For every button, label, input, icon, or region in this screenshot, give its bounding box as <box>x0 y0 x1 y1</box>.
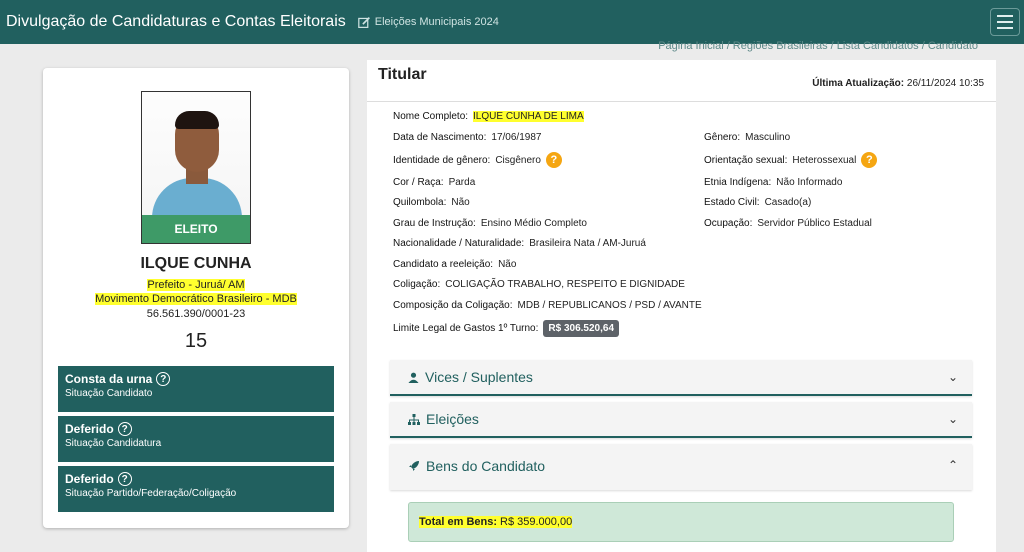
field-gender: Gênero: Masculino <box>704 132 791 143</box>
candidate-photo: ELEITO <box>141 91 251 244</box>
app-title[interactable]: Divulgação de Candidaturas e Contas Elei… <box>6 13 346 31</box>
field-race: Cor / Raça: Parda <box>393 177 476 188</box>
field-civil-status: Estado Civil: Casado(a) <box>704 197 812 208</box>
party-cnpj: 56.561.390/0001-23 <box>146 308 246 320</box>
field-reelection: Candidato a reeleição: Não <box>393 259 517 270</box>
help-icon[interactable]: ? <box>545 152 562 168</box>
candidate-party: Movimento Democrático Brasileiro - MDB <box>95 293 297 305</box>
hamburger-icon <box>997 15 1013 17</box>
candidate-card: ELEITO ILQUE CUNHA Prefeito - Juruá/ AM … <box>43 68 349 528</box>
total-assets: Total em Bens: R$ 359.000,00 <box>419 516 573 528</box>
field-coalition-composition: Composição da Coligação: MDB / REPUBLICAN… <box>393 300 702 311</box>
breadcrumb[interactable]: Página Inicial / Regiões Brasileiras / L… <box>658 40 978 52</box>
field-quilombola: Quilombola: Não <box>393 197 470 208</box>
elected-badge: ELEITO <box>142 215 250 243</box>
candidate-office: Prefeito - Juruá/ AM <box>147 279 245 291</box>
accordion-assets[interactable]: Bens do Candidato ⌃ <box>390 444 972 490</box>
status-candidate: Consta da urna? Situação Candidato <box>58 366 334 412</box>
chevron-up-icon: ⌃ <box>947 458 958 472</box>
spending-limit-badge: R$ 306.520,64 <box>543 320 620 337</box>
accordion-vices[interactable]: Vices / Suplentes ⌄ <box>390 360 972 396</box>
field-sexual-orientation: Orientação sexual: Heterossexual? <box>704 152 878 168</box>
details-title: Titular <box>378 66 427 83</box>
chevron-down-icon: ⌄ <box>947 370 958 384</box>
candidate-number: 15 <box>184 330 208 352</box>
field-coalition: Coligação: COLIGAÇÃO TRABALHO, RESPEITO E… <box>393 279 685 290</box>
edit-icon <box>357 16 370 28</box>
details-header: Titular Última Atualização: 26/11/2024 1… <box>367 60 996 102</box>
field-birth-date: Data de Nascimento: 17/06/1987 <box>393 132 542 143</box>
user-icon <box>408 372 419 383</box>
help-circle-icon[interactable]: ? <box>117 472 132 486</box>
candidate-name: ILQUE CUNHA <box>140 255 252 272</box>
help-circle-icon[interactable]: ? <box>117 422 132 436</box>
details-card: Titular Última Atualização: 26/11/2024 1… <box>367 60 996 552</box>
help-icon[interactable]: ? <box>861 152 878 168</box>
field-gender-identity: Identidade de gênero: Cisgênero? <box>393 152 562 168</box>
field-ethnicity: Etnia Indígena: Não Informado <box>704 177 843 188</box>
field-education: Grau de Instrução: Ensino Médio Completo <box>393 218 587 229</box>
menu-toggle-button[interactable] <box>990 8 1020 36</box>
election-label: Eleições Municipais 2024 <box>374 16 499 28</box>
status-candidacy: Deferido? Situação Candidatura <box>58 416 334 462</box>
election-selector[interactable]: Eleições Municipais 2024 <box>357 16 499 29</box>
field-nationality: Nacionalidade / Naturalidade: Brasileira … <box>393 238 646 249</box>
top-navbar: Divulgação de Candidaturas e Contas Elei… <box>0 0 1024 44</box>
last-update: Última Atualização: 26/11/2024 10:35 <box>812 78 984 89</box>
total-assets-box: Total em Bens: R$ 359.000,00 <box>408 502 954 542</box>
help-circle-icon[interactable]: ? <box>156 372 171 386</box>
field-full-name: Nome Completo: ILQUE CUNHA DE LIMA <box>393 111 584 122</box>
field-spending-limit: Limite Legal de Gastos 1º Turno: R$ 306.5… <box>393 320 620 337</box>
rocket-icon <box>409 461 419 471</box>
chevron-down-icon: ⌄ <box>947 412 958 426</box>
status-party: Deferido? Situação Partido/Federação/Col… <box>58 466 334 512</box>
field-occupation: Ocupação: Servidor Público Estadual <box>704 218 872 229</box>
accordion-elections[interactable]: Eleições ⌄ <box>390 402 972 438</box>
sitemap-icon <box>408 413 420 425</box>
